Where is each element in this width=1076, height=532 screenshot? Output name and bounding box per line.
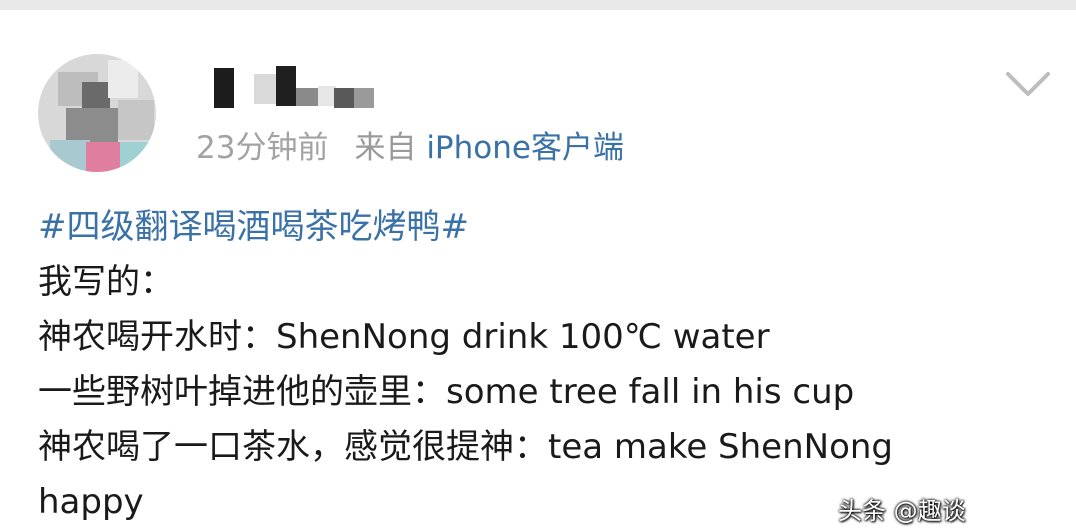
avatar-pixel: [82, 82, 110, 108]
avatar-pixel: [66, 108, 118, 142]
content-line: 神农喝开水时：ShenNong drink 100℃ water: [38, 317, 770, 357]
avatar-pixel: [118, 100, 154, 140]
device-link[interactable]: iPhone客户端: [426, 130, 624, 166]
name-pixel: [276, 66, 296, 106]
source-from-label: 来自: [354, 130, 417, 166]
watermark-url: www.lnb8.com: [975, 514, 1048, 525]
name-pixel: [334, 88, 354, 108]
name-pixel: [354, 88, 374, 108]
avatar-pixel: [50, 140, 90, 172]
avatar[interactable]: [38, 54, 156, 172]
avatar-pixel: [86, 142, 120, 172]
content-line: 一些野树叶掉进他的壶里：some tree fall in his cup: [38, 372, 855, 412]
name-pixel: [296, 88, 318, 106]
content-line: 神农喝了一口茶水，感觉很提神：tea make ShenNong: [38, 427, 894, 467]
chevron-down-icon[interactable]: [1004, 66, 1052, 100]
avatar-pixel: [108, 60, 138, 98]
post-time: 23分钟前: [196, 130, 329, 166]
post-meta: 23分钟前 来自 iPhone客户端: [196, 128, 624, 168]
content-line: 我写的：: [38, 262, 174, 302]
post-content: #四级翻译喝酒喝茶吃烤鸭# 我写的： 神农喝开水时：ShenNong drink…: [38, 200, 1038, 530]
name-pixel: [214, 68, 234, 108]
name-pixel: [254, 74, 276, 104]
top-divider: [0, 0, 1076, 10]
hashtag-link[interactable]: #四级翻译喝酒喝茶吃烤鸭#: [38, 207, 469, 247]
hashtag-line: #四级翻译喝酒喝茶吃烤鸭#: [38, 200, 1038, 255]
avatar-pixel: [120, 142, 156, 172]
username-blurred[interactable]: [214, 66, 384, 110]
watermark-logo: www.lnb8.com: [958, 474, 1070, 526]
watermark-source: 头条 @趣谈: [838, 497, 966, 525]
